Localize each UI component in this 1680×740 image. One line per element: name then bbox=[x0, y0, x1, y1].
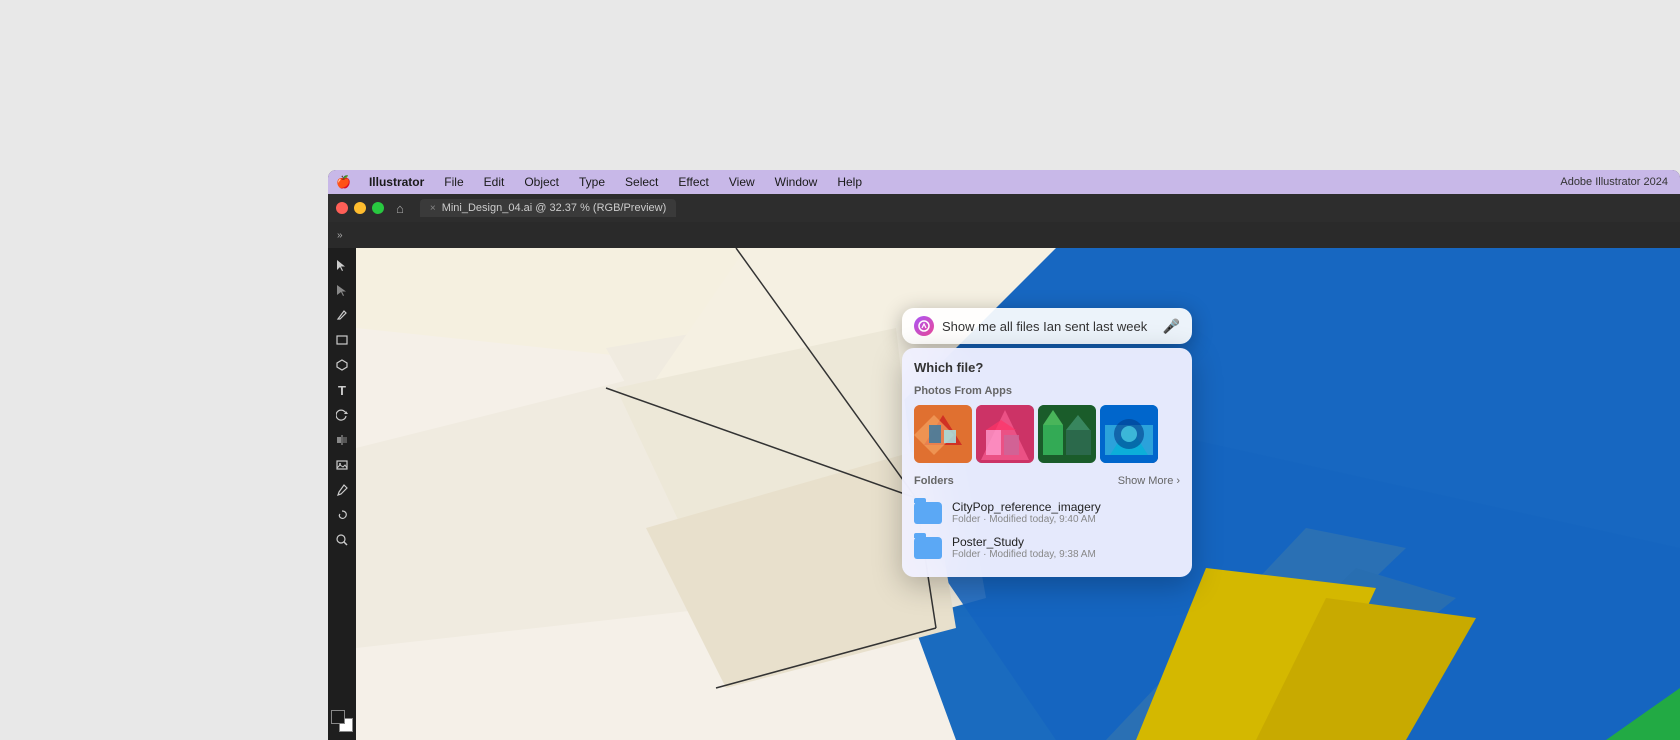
blob-brush-tool[interactable] bbox=[331, 504, 353, 526]
mic-icon[interactable]: 🎤 bbox=[1163, 318, 1180, 335]
tools-panel: T bbox=[328, 248, 356, 740]
canvas[interactable]: Show me all files Ian sent last week 🎤 W… bbox=[356, 248, 1680, 740]
search-bar[interactable]: Show me all files Ian sent last week 🎤 bbox=[902, 308, 1192, 344]
select-tool[interactable] bbox=[331, 254, 353, 276]
search-results: Which file? Photos From Apps bbox=[902, 348, 1192, 577]
color-swatches[interactable] bbox=[331, 710, 353, 732]
zoom-tool[interactable] bbox=[331, 529, 353, 551]
pen-tool[interactable] bbox=[331, 304, 353, 326]
apple-logo-icon[interactable]: 🍎 bbox=[336, 175, 351, 189]
tab-name: Mini_Design_04.ai @ 32.37 % (RGB/Preview… bbox=[442, 202, 667, 214]
traffic-lights bbox=[336, 202, 384, 214]
folder-meta-2: Folder · Modified today, 9:38 AM bbox=[952, 549, 1180, 560]
type-tool[interactable]: T bbox=[331, 379, 353, 401]
photo-thumb-2[interactable] bbox=[976, 405, 1034, 463]
maximize-button[interactable] bbox=[372, 202, 384, 214]
folder-meta-1: Folder · Modified today, 9:40 AM bbox=[952, 514, 1180, 525]
results-prompt: Which file? bbox=[914, 360, 1180, 375]
title-bar: ⌂ × Mini_Design_04.ai @ 32.37 % (RGB/Pre… bbox=[328, 194, 1680, 222]
folders-section-header: Folders Show More › bbox=[914, 475, 1180, 487]
menu-select[interactable]: Select bbox=[621, 173, 662, 191]
document-tab[interactable]: × Mini_Design_04.ai @ 32.37 % (RGB/Previ… bbox=[420, 199, 676, 217]
menu-file[interactable]: File bbox=[440, 173, 467, 191]
menu-window[interactable]: Window bbox=[771, 173, 822, 191]
tab-close-icon[interactable]: × bbox=[430, 203, 436, 214]
folder-info-1: CityPop_reference_imagery Folder · Modif… bbox=[952, 500, 1180, 525]
menu-edit[interactable]: Edit bbox=[480, 173, 509, 191]
main-area: T bbox=[328, 248, 1680, 740]
rotate-tool[interactable] bbox=[331, 404, 353, 426]
rectangle-tool[interactable] bbox=[331, 329, 353, 351]
folder-item-1[interactable]: CityPop_reference_imagery Folder · Modif… bbox=[914, 495, 1180, 530]
monitor: 🍎 Illustrator File Edit Object Type Sele… bbox=[328, 170, 1680, 740]
folder-name-1: CityPop_reference_imagery bbox=[952, 500, 1180, 514]
close-button[interactable] bbox=[336, 202, 348, 214]
menu-object[interactable]: Object bbox=[520, 173, 563, 191]
direct-select-tool[interactable] bbox=[331, 279, 353, 301]
reflect-tool[interactable] bbox=[331, 429, 353, 451]
show-more-button[interactable]: Show More › bbox=[1118, 475, 1180, 487]
menu-effect[interactable]: Effect bbox=[674, 173, 712, 191]
app-title-right: Adobe Illustrator 2024 bbox=[1560, 176, 1668, 188]
photo-thumb-3[interactable] bbox=[1038, 405, 1096, 463]
menu-help[interactable]: Help bbox=[833, 173, 866, 191]
eyedropper-tool[interactable] bbox=[331, 479, 353, 501]
photos-grid bbox=[914, 405, 1180, 463]
minimize-button[interactable] bbox=[354, 202, 366, 214]
menu-app-name[interactable]: Illustrator bbox=[365, 173, 428, 191]
folder-icon-1 bbox=[914, 502, 942, 524]
photos-section-header: Photos From Apps bbox=[914, 385, 1180, 397]
tab-bar: × Mini_Design_04.ai @ 32.37 % (RGB/Previ… bbox=[420, 199, 1672, 217]
image-tool[interactable] bbox=[331, 454, 353, 476]
folder-info-2: Poster_Study Folder · Modified today, 9:… bbox=[952, 535, 1180, 560]
ai-icon bbox=[914, 316, 934, 336]
toolbar: » bbox=[328, 222, 1680, 248]
photo-thumb-1[interactable] bbox=[914, 405, 972, 463]
folder-item-2[interactable]: Poster_Study Folder · Modified today, 9:… bbox=[914, 530, 1180, 565]
menu-bar: 🍎 Illustrator File Edit Object Type Sele… bbox=[328, 170, 1680, 194]
search-overlay: Show me all files Ian sent last week 🎤 W… bbox=[902, 308, 1192, 577]
menu-type[interactable]: Type bbox=[575, 173, 609, 191]
menu-view[interactable]: View bbox=[725, 173, 759, 191]
photos-label: Photos From Apps bbox=[914, 385, 1012, 397]
folders-label: Folders bbox=[914, 475, 954, 487]
folder-name-2: Poster_Study bbox=[952, 535, 1180, 549]
toolbar-expand[interactable]: » bbox=[332, 228, 348, 243]
search-input[interactable]: Show me all files Ian sent last week bbox=[942, 319, 1155, 334]
shape-tool[interactable] bbox=[331, 354, 353, 376]
home-icon[interactable]: ⌂ bbox=[396, 201, 404, 216]
folder-icon-2 bbox=[914, 537, 942, 559]
photo-thumb-4[interactable] bbox=[1100, 405, 1158, 463]
